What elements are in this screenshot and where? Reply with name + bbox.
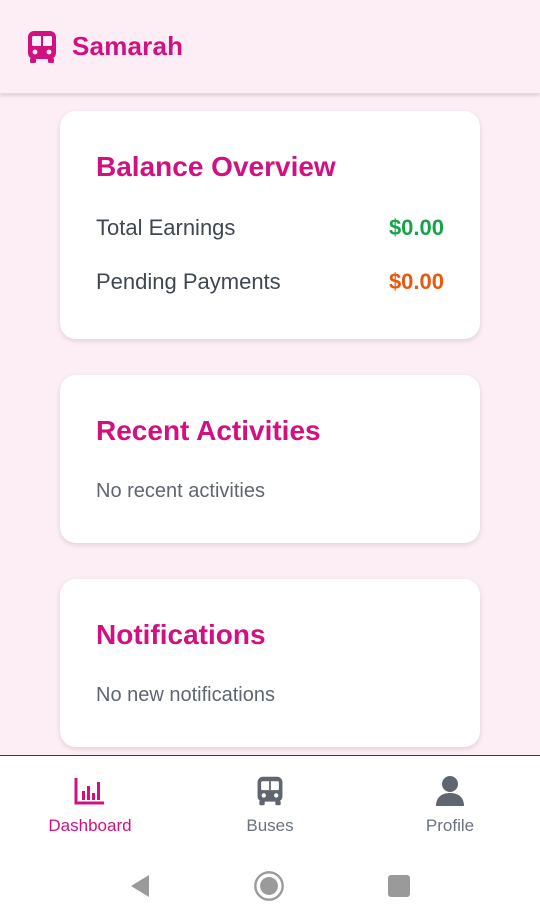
balance-overview-card: Balance Overview Total Earnings $0.00 Pe… xyxy=(60,111,480,339)
total-earnings-row: Total Earnings $0.00 xyxy=(96,215,444,241)
pending-payments-label: Pending Payments xyxy=(96,269,281,294)
nav-buses[interactable]: Buses xyxy=(180,756,360,848)
notifications-title: Notifications xyxy=(96,619,266,650)
recents-icon[interactable] xyxy=(383,870,415,902)
system-navigation-bar xyxy=(0,848,540,923)
nav-profile[interactable]: Profile xyxy=(360,756,540,848)
recent-activities-card: Recent Activities No recent activities xyxy=(60,375,480,543)
nav-dashboard-label: Dashboard xyxy=(48,816,132,835)
pending-payments-value: $0.00 xyxy=(388,269,444,294)
balance-overview-title: Balance Overview xyxy=(96,151,336,182)
recent-activities-title: Recent Activities xyxy=(96,415,321,446)
back-icon[interactable] xyxy=(124,870,156,902)
nav-buses-label: Buses xyxy=(246,816,294,835)
home-icon[interactable] xyxy=(253,870,285,902)
app-title: Samarah xyxy=(72,31,184,61)
notifications-empty: No new notifications xyxy=(96,684,275,706)
pending-payments-row: Pending Payments $0.00 xyxy=(96,269,444,295)
bus-icon xyxy=(24,29,60,65)
app-bar: Samarah xyxy=(0,0,540,94)
bus-icon xyxy=(253,774,287,808)
bar-chart-icon xyxy=(73,774,107,808)
dashboard-content[interactable]: Balance Overview Total Earnings $0.00 Pe… xyxy=(0,94,540,755)
notifications-card: Notifications No new notifications xyxy=(60,579,480,747)
person-icon xyxy=(433,774,467,808)
nav-profile-label: Profile xyxy=(425,816,475,835)
nav-dashboard[interactable]: Dashboard xyxy=(0,756,180,848)
total-earnings-value: $0.00 xyxy=(388,215,444,240)
bottom-nav: Dashboard Buses Profile xyxy=(0,755,540,848)
recent-activities-empty: No recent activities xyxy=(96,480,265,502)
total-earnings-label: Total Earnings xyxy=(96,215,236,240)
